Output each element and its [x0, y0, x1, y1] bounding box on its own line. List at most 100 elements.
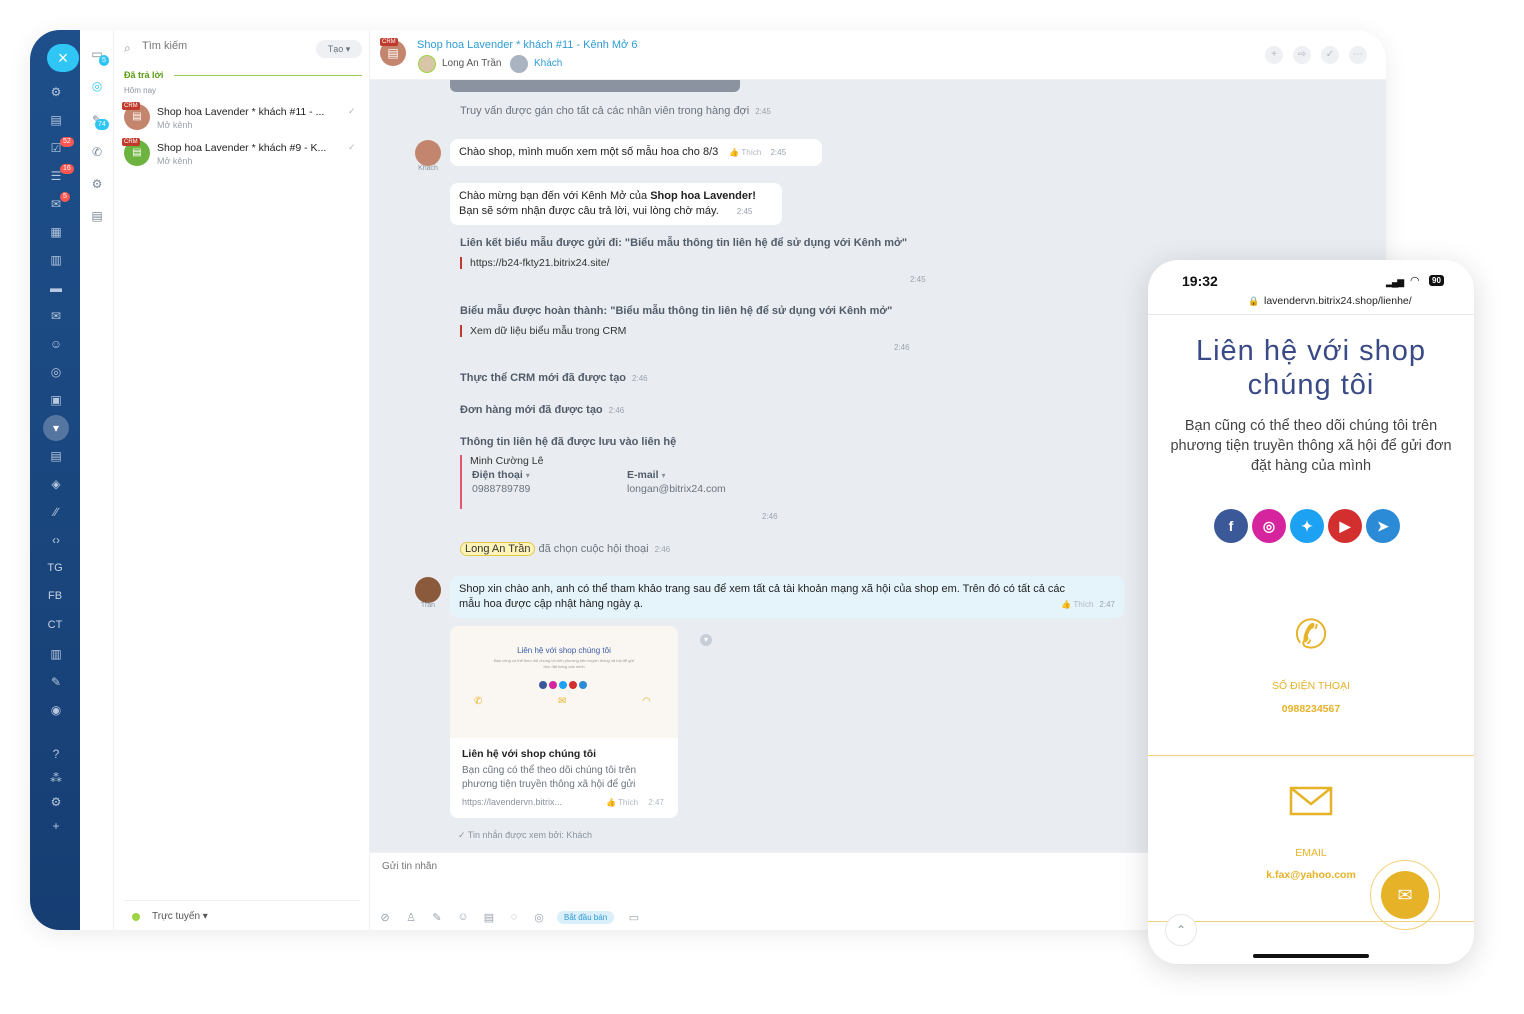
- hide-icon[interactable]: ◌: [507, 911, 521, 923]
- scroll-up-button[interactable]: ⌃: [1165, 914, 1197, 946]
- open-channels-icon[interactable]: ◎: [89, 78, 105, 94]
- document-icon[interactable]: ▥: [48, 252, 64, 268]
- user-icon[interactable]: ♙: [404, 911, 418, 924]
- expand-icon[interactable]: ▾: [700, 634, 712, 646]
- like-button[interactable]: 👍 Thích: [1061, 600, 1093, 609]
- chat-header: ▤ CRM Shop hoa Lavender * khách #11 - Kê…: [370, 30, 1386, 80]
- telegram-icon[interactable]: ➤: [1366, 509, 1400, 543]
- smile-icon[interactable]: ☺: [456, 911, 470, 923]
- chat-list-item[interactable]: ▤ CRM Shop hoa Lavender * khách #9 - K..…: [114, 138, 370, 172]
- code-icon[interactable]: ‹›: [48, 532, 64, 548]
- like-label: Thích: [741, 148, 762, 157]
- transfer-button[interactable]: ⇨: [1293, 46, 1311, 64]
- message-time: 2:45: [736, 207, 753, 216]
- form-link[interactable]: https://b24-fkty21.bitrix24.site/: [460, 257, 609, 269]
- search-icon: ⌕: [124, 41, 131, 55]
- chat-title: Shop hoa Lavender * khách #9 - K...: [157, 142, 327, 154]
- phone-number[interactable]: 0988234567: [1148, 703, 1474, 715]
- view-form-crm-link[interactable]: Xem dữ liệu biểu mẫu trong CRM: [460, 325, 626, 337]
- mail-icon[interactable]: ✉: [48, 308, 64, 324]
- status-label: Trực tuyến: [152, 911, 201, 922]
- contact-saved-text: Thông tin liên hệ đã được lưu vào liên h…: [460, 436, 677, 448]
- drive-icon[interactable]: ▬: [48, 280, 64, 296]
- guest-message: Chào shop, mình muốn xem một số mẫu hoa …: [450, 139, 822, 166]
- read-check-icon: ✓: [348, 106, 356, 116]
- form-done-text: Biểu mẫu được hoàn thành: "Biểu mẫu thôn…: [460, 305, 893, 317]
- add-icon[interactable]: +: [48, 818, 64, 834]
- welcome-text: Chào mừng bạn đến với Kênh Mở của: [459, 190, 651, 202]
- envelope-icon: [1289, 786, 1333, 816]
- chevron-down-icon[interactable]: ▾: [661, 471, 665, 480]
- close-button[interactable]: ×: [47, 44, 79, 72]
- target-icon[interactable]: ◎: [48, 364, 64, 380]
- gear-icon[interactable]: ⚙: [89, 176, 105, 192]
- address-bar-divider: [1148, 314, 1474, 315]
- search-input[interactable]: [142, 40, 312, 52]
- tasks-badge: 52: [60, 137, 74, 147]
- preview-url[interactable]: https://lavendervn.bitrix...: [462, 797, 562, 807]
- printer-icon[interactable]: ▤: [48, 448, 64, 464]
- edit-icon[interactable]: ✎: [430, 911, 444, 924]
- preview-image-subtitle: Bạn cũng có thể theo dõi chúng tôi trên …: [493, 658, 635, 669]
- help-icon[interactable]: ?: [48, 746, 64, 762]
- message-input[interactable]: [382, 861, 1082, 872]
- template-icon[interactable]: ▤: [482, 911, 496, 924]
- attach-icon[interactable]: ⊘: [378, 911, 392, 924]
- contact-card-icon[interactable]: ▣: [48, 392, 64, 408]
- operator-message: Shop xin chào anh, anh có thể tham khảo …: [450, 576, 1124, 618]
- message-time: 2:47: [648, 798, 664, 807]
- message-time: 2:45: [910, 275, 926, 284]
- calendar-icon[interactable]: ▦: [48, 224, 64, 240]
- users-icon[interactable]: ☺: [48, 336, 64, 352]
- facebook-icon[interactable]: f: [1214, 509, 1248, 543]
- section-divider: [1148, 755, 1474, 756]
- instagram-icon: [549, 681, 557, 689]
- telegram-item[interactable]: TG: [30, 562, 80, 574]
- box-icon[interactable]: ◈: [48, 476, 64, 492]
- copy-icon[interactable]: ▭: [627, 911, 641, 924]
- create-button[interactable]: Tạo ▾: [316, 40, 362, 58]
- operator-mention[interactable]: Long An Trần: [460, 542, 536, 556]
- guest-name[interactable]: Khách: [534, 58, 562, 69]
- analytics-icon[interactable]: ∕∕: [48, 504, 64, 520]
- more-button[interactable]: ⋯: [1349, 46, 1367, 64]
- twitter-icon[interactable]: ✦: [1290, 509, 1324, 543]
- chevron-down-icon[interactable]: ▾: [526, 471, 530, 480]
- finish-button[interactable]: ✓: [1321, 46, 1339, 64]
- instagram-icon[interactable]: ◎: [1252, 509, 1286, 543]
- lock-icon: 🔒: [1248, 296, 1260, 306]
- settings-icon[interactable]: ⚙: [48, 794, 64, 810]
- call-icon[interactable]: ✆: [89, 144, 105, 160]
- currency-icon[interactable]: ◎: [532, 911, 546, 924]
- chat-title[interactable]: Shop hoa Lavender * khách #11 - Kênh Mở …: [417, 39, 637, 51]
- structure-icon[interactable]: ⁂: [48, 770, 64, 786]
- phone-url[interactable]: lavendervn.bitrix24.shop/lienhe/: [1264, 295, 1412, 307]
- youtube-icon[interactable]: ▶: [1328, 509, 1362, 543]
- activity-icon[interactable]: ⚙: [48, 84, 64, 100]
- chat-widget-button[interactable]: ✉: [1381, 871, 1429, 919]
- facebook-icon: [539, 681, 547, 689]
- shop-name: Shop hoa Lavender!: [650, 190, 756, 202]
- operator-name[interactable]: Long An Trần: [442, 58, 502, 69]
- notes-icon[interactable]: ▤: [89, 208, 105, 224]
- like-label: Thích: [1073, 600, 1094, 609]
- form-sent-message: Liên kết biểu mẫu được gửi đi: "Biểu mẫu…: [460, 237, 907, 249]
- status-selector[interactable]: Trực tuyến ▾: [152, 911, 208, 922]
- phone-label: SỐ ĐIỆN THOẠI: [1272, 680, 1350, 692]
- add-user-button[interactable]: +: [1265, 46, 1283, 64]
- chat-list-item[interactable]: ▤ CRM Shop hoa Lavender * khách #11 - ..…: [114, 102, 370, 136]
- sign-icon[interactable]: ✎: [48, 674, 64, 690]
- facebook-item[interactable]: FB: [30, 590, 80, 602]
- signal-icon: ▂▄▆: [1386, 277, 1404, 287]
- building-icon[interactable]: ▥: [48, 646, 64, 662]
- picked-conversation-message: Long An Trần đã chọn cuộc hội thoại 2:46: [460, 542, 670, 556]
- like-button[interactable]: 👍 Thích: [729, 148, 761, 157]
- message-time: 2:45: [755, 107, 771, 116]
- feed-icon[interactable]: ▤: [48, 112, 64, 128]
- main-sidebar: × ⚙ ▤ ☑ 52 ☰ 16 ✉ 5 ▦ ▥ ▬ ✉ ☺ ◎ ▣ ▾ ▤ ◈ …: [30, 30, 80, 930]
- start-sale-button[interactable]: Bắt đầu bán: [557, 911, 615, 924]
- link-preview-card[interactable]: Liên hệ với shop chúng tôi Bạn cũng có t…: [450, 626, 678, 818]
- ct-item[interactable]: CT: [30, 619, 80, 631]
- cart-icon[interactable]: ▾: [48, 420, 64, 436]
- check-circle-icon[interactable]: ◉: [48, 702, 64, 718]
